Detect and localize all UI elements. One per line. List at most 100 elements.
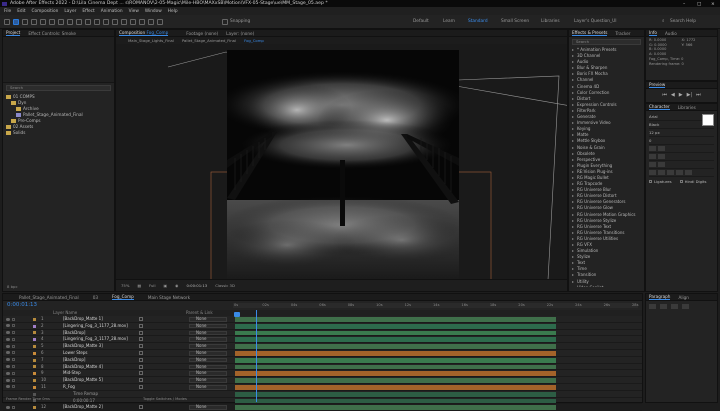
toggle-switches-modes[interactable]: Toggle Switches / Modes [143,397,187,401]
layer-name[interactable]: [BackDrop_Matte 5] [63,377,103,382]
pen-tool-icon[interactable] [103,19,109,25]
zoom-tool-icon[interactable] [31,19,37,25]
tab-info[interactable]: Info [649,30,657,36]
timeline-timecode[interactable]: 0:00:01:13 [7,302,37,308]
workspace-custom[interactable]: Layer's Question_UI [574,19,617,24]
tab-composition[interactable]: Composition Fog_Comp [119,30,169,36]
layer-switch-icon[interactable] [139,364,143,369]
menu-file[interactable]: File [4,9,11,14]
layer-duration-bar[interactable] [235,317,556,322]
layer-row[interactable]: 6 Lower Steps None [3,350,642,357]
layer-duration-bar[interactable] [235,364,556,370]
layer-name[interactable]: [BackDrop_Matte 3] [63,343,103,348]
parent-dropdown[interactable] [189,371,227,376]
superscript-icon[interactable] [685,170,692,175]
rotate-tool-icon[interactable] [67,19,73,25]
align-left-icon[interactable] [649,304,656,309]
pan-tool-icon[interactable] [49,19,55,25]
layer-row[interactable]: Time Remap [3,391,642,398]
layer-duration-bar[interactable] [235,344,556,349]
layer-row[interactable]: 7 [BackDrop] None [3,357,642,364]
lock-icon[interactable] [12,317,15,321]
layer-row[interactable]: 4 [Lingering_Fog_3_1177_28.mov] None [3,336,642,344]
visibility-eye-icon[interactable] [6,378,10,382]
layer-duration-bar[interactable] [235,337,556,343]
tab-align[interactable]: Align [678,295,689,300]
parent-dropdown[interactable] [189,350,227,356]
grid-icon[interactable]: ▦ [137,283,141,288]
align-center-icon[interactable] [660,304,667,309]
fill-color-swatch[interactable] [702,113,714,126]
layer-switch-icon[interactable] [139,323,143,328]
label-color-swatch[interactable] [33,392,36,396]
zoom-dropdown[interactable]: 75% [121,283,129,288]
parent-dropdown[interactable] [189,317,227,322]
bit-depth-label[interactable]: 8 bpc [7,284,18,289]
tab-paragraph[interactable]: Paragraph [649,294,671,300]
layer-name[interactable]: [BackDrop] [63,357,85,362]
puppet-tool-icon[interactable] [157,19,163,25]
tab-audio[interactable]: Audio [665,31,677,36]
tab-effect-controls[interactable]: Effect Controls: Smoke [28,31,76,36]
breadcrumb-item[interactable]: Pallet_Stage_Animated_Final [182,38,236,43]
visibility-eye-icon[interactable] [6,365,10,369]
layer-row[interactable]: 9 Mid-Step None [3,370,642,378]
layer-duration-bar[interactable] [235,371,556,377]
layer-duration-bar[interactable] [235,391,556,397]
parent-dropdown[interactable] [189,405,227,410]
layer-switch-icon[interactable] [139,330,143,335]
layer-name[interactable]: [Lingering_Fog_3_1177_28.mov] [63,323,128,328]
ligatures-checkbox[interactable] [649,179,652,183]
layer-name[interactable]: R_Fog [63,384,75,389]
layer-switch-icon[interactable] [139,337,143,342]
tab-fog-comp[interactable]: Fog_Comp [112,294,134,300]
layer-row[interactable]: 0:00:00:17 [3,398,642,405]
align-right-icon[interactable] [671,304,678,309]
layer-duration-bar[interactable] [235,350,556,356]
lock-icon[interactable] [12,351,15,355]
layer-name[interactable]: [BackDrop_Matte 4] [63,364,103,369]
layer-name[interactable]: Mid-Step [63,370,81,375]
selection-tool-icon[interactable] [13,19,19,25]
brush-tool-icon[interactable] [121,19,127,25]
visibility-eye-icon[interactable] [6,405,10,409]
lock-icon[interactable] [12,385,15,389]
menu-window[interactable]: Window [145,9,162,14]
pan-behind-tool-icon[interactable] [85,19,91,25]
label-color-swatch[interactable] [33,331,36,335]
layer-name-header[interactable]: Layer Name [53,310,77,315]
small-caps-icon[interactable] [676,170,683,175]
menu-layer[interactable]: Layer [64,9,76,14]
camera-tool-icon[interactable] [76,19,82,25]
layer-row[interactable]: 3 [BackDrop] None [3,330,642,337]
renderer-label[interactable]: Classic 3D [215,283,235,288]
visibility-eye-icon[interactable] [6,358,10,362]
lock-icon[interactable] [12,324,15,328]
effect-category-item[interactable]: Video Copilot [571,285,644,287]
layer-name[interactable]: [BackDrop] [63,330,85,335]
tab-preview[interactable]: Preview [649,82,666,88]
visibility-eye-icon[interactable] [6,331,10,335]
tracking-field[interactable]: 0 [649,137,714,145]
layer-switch-icon[interactable] [139,384,143,389]
layer-switch-icon[interactable] [139,350,143,355]
visibility-eye-icon[interactable] [6,385,10,389]
layer-switch-icon[interactable] [139,344,143,349]
label-color-swatch[interactable] [33,365,36,369]
tab-pallet-stage[interactable]: Pallet_Stage_Animated_Final [19,295,79,300]
parent-dropdown[interactable] [189,378,227,383]
layer-row[interactable]: 2 [Lingering_Fog_3_1177_28.mov] None [3,323,642,330]
menu-effect[interactable]: Effect [82,9,94,14]
stroke-width-icon[interactable] [649,146,656,151]
layer-row[interactable]: 8 [BackDrop_Matte 4] None [3,364,642,371]
visibility-eye-icon[interactable] [6,337,10,341]
label-color-swatch[interactable] [33,406,36,410]
eraser-tool-icon[interactable] [139,19,145,25]
label-color-swatch[interactable] [33,344,36,348]
label-color-swatch[interactable] [33,385,36,389]
quality-dropdown[interactable]: Full [149,283,156,288]
justify-icon[interactable] [682,304,689,309]
layer-name[interactable]: [Lingering_Fog_3_1177_28.mov] [63,336,128,341]
lock-icon[interactable] [12,358,15,362]
lock-icon[interactable] [12,331,15,335]
